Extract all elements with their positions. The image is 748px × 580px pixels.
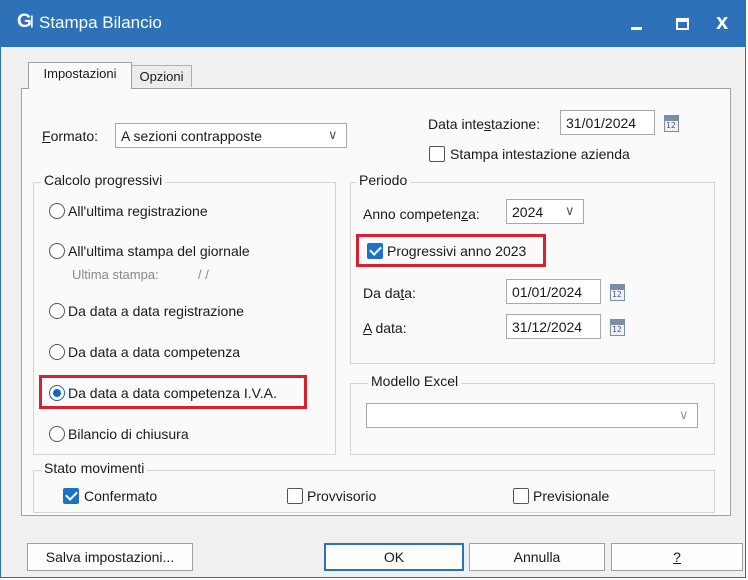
radio-data-competenza[interactable]: [49, 344, 65, 360]
data-intestazione-input[interactable]: 31/01/2024: [560, 110, 655, 135]
a-data-label: A data:: [363, 320, 407, 336]
help-button[interactable]: ?: [611, 543, 743, 571]
radio-data-competenza-iva[interactable]: [49, 385, 65, 401]
maximize-button[interactable]: [659, 1, 705, 47]
maximize-icon: [676, 18, 689, 30]
data-intestazione-value: 31/01/2024: [566, 115, 637, 131]
stampa-intestazione-checkbox[interactable]: [429, 146, 445, 162]
title-bar[interactable]: G | Stampa Bilancio x: [1, 1, 745, 47]
radio-ultima-registrazione[interactable]: [49, 203, 65, 219]
provvisorio-label: Provvisorio: [307, 488, 377, 504]
stato-movimenti-legend: Stato movimenti: [41, 460, 148, 476]
modello-excel-select[interactable]: ∨: [366, 403, 698, 428]
ultima-stampa-label: Ultima stampa:: [72, 267, 159, 282]
formato-select[interactable]: A sezioni contrapposte ∨: [115, 123, 347, 148]
calcolo-progressivi-legend: Calcolo progressivi: [41, 172, 166, 188]
checkmark-icon: [65, 488, 78, 501]
progressivi-anno-label: Progressivi anno 2023: [387, 243, 527, 259]
radio-ultima-stampa-giornale[interactable]: [49, 243, 65, 259]
anno-competenza-value: 2024: [512, 204, 544, 220]
previsionale-checkbox[interactable]: [513, 488, 529, 504]
radio-bilancio-chiusura[interactable]: [49, 426, 65, 442]
data-intestazione-label: Data intestazione:: [428, 116, 541, 132]
progressivi-anno-checkbox[interactable]: [367, 243, 383, 259]
annulla-button[interactable]: Annulla: [469, 543, 605, 571]
radio-data-competenza-iva-label: Da data a data competenza I.V.A.: [68, 385, 277, 401]
salva-impostazioni-button[interactable]: Salva impostazioni...: [27, 543, 193, 571]
da-data-value: 01/01/2024: [512, 284, 583, 300]
chevron-down-icon: ∨: [565, 203, 575, 218]
da-data-input[interactable]: 01/01/2024: [506, 279, 601, 304]
a-data-value: 31/12/2024: [512, 319, 583, 335]
ok-button[interactable]: OK: [324, 543, 464, 571]
app-logo-icon: G: [17, 11, 32, 32]
radio-data-registrazione[interactable]: [49, 303, 65, 319]
minimize-icon: [631, 27, 642, 30]
close-icon: x: [716, 9, 729, 34]
ultima-stampa-value: / /: [198, 267, 209, 282]
tab-impostazioni[interactable]: Impostazioni: [28, 62, 132, 89]
chevron-down-icon: ∨: [679, 407, 689, 422]
provvisorio-checkbox[interactable]: [287, 488, 303, 504]
radio-ultima-registrazione-label: All'ultima registrazione: [68, 203, 208, 219]
window-title: Stampa Bilancio: [39, 13, 162, 32]
periodo-legend: Periodo: [356, 172, 411, 188]
da-data-label: Da data:: [363, 285, 416, 301]
chevron-down-icon: ∨: [328, 127, 338, 142]
checkmark-icon: [369, 243, 382, 256]
dialog-window: G | Stampa Bilancio x Impostazioni Opzio…: [0, 0, 746, 578]
previsionale-label: Previsionale: [533, 488, 610, 504]
modello-excel-legend: Modello Excel: [368, 373, 462, 389]
close-button[interactable]: x: [701, 1, 747, 47]
formato-label: Formato:: [42, 128, 99, 144]
anno-competenza-select[interactable]: 2024 ∨: [506, 199, 584, 224]
confermato-label: Confermato: [84, 488, 158, 504]
calendar-icon[interactable]: 12: [610, 282, 625, 301]
radio-bilancio-chiusura-label: Bilancio di chiusura: [68, 426, 189, 442]
radio-data-registrazione-label: Da data a data registrazione: [68, 303, 244, 319]
a-data-input[interactable]: 31/12/2024: [506, 314, 601, 339]
calendar-icon[interactable]: 12: [610, 317, 625, 336]
calendar-icon[interactable]: 12: [664, 113, 679, 132]
minimize-button[interactable]: [613, 1, 659, 47]
confermato-checkbox[interactable]: [63, 488, 79, 504]
app-logo-bar-icon: |: [30, 13, 34, 28]
radio-ultima-stampa-giornale-label: All'ultima stampa del giornale: [68, 243, 250, 259]
stampa-intestazione-label: Stampa intestazione azienda: [450, 146, 630, 162]
tab-opzioni[interactable]: Opzioni: [131, 65, 192, 87]
radio-data-competenza-label: Da data a data competenza: [68, 344, 241, 360]
anno-competenza-label: Anno competenza:: [363, 206, 480, 222]
formato-value: A sezioni contrapposte: [121, 128, 262, 144]
